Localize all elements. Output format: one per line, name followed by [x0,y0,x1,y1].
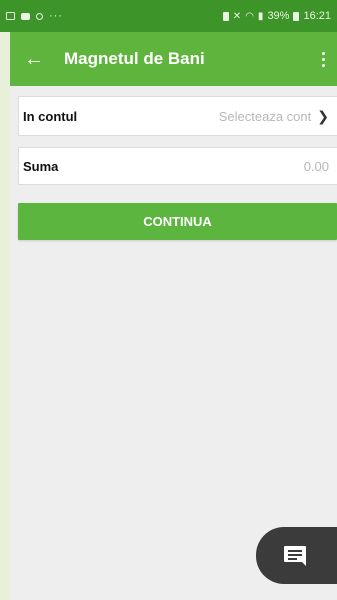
chevron-right-icon: ❯ [317,107,329,124]
wifi-icon: ◠ [245,10,254,22]
more-vert-icon[interactable] [309,32,337,86]
signal-icon: ▮ [257,10,264,22]
clock: 16:21 [303,10,331,22]
app-bar: ← Magnetul de Bani [10,32,337,86]
account-placeholder: Selecteaza cont [218,108,312,124]
alarm-icon [222,11,229,21]
amount-value[interactable]: 0.00 [304,159,329,174]
chat-button[interactable] [256,527,337,584]
amount-label: Suma [23,158,59,174]
chat-icon [283,545,306,567]
amount-field[interactable]: Suma 0.00 [18,147,337,185]
app-screen: ··· ✕ ◠ ▮ 39% 16:21 ← Magnetul de Bani I… [0,0,337,600]
more-notifications-text: ··· [49,10,63,22]
battery-percent: 39% [267,10,290,22]
circle-icon [36,12,43,20]
chat-bubble-icon [21,12,30,20]
main-content: In contul Selecteaza cont ❯ Suma 0.00 CO… [10,86,337,600]
status-system: ✕ ◠ ▮ 39% 16:21 [222,10,331,22]
image-icon [6,12,15,20]
status-bar: ··· ✕ ◠ ▮ 39% 16:21 [0,0,337,32]
continue-button[interactable]: CONTINUA [18,203,337,240]
account-select[interactable]: In contul Selecteaza cont ❯ [18,96,337,136]
account-label: In contul [23,108,78,124]
status-notifications: ··· [6,10,223,22]
page-title: Magnetul de Bani [64,49,205,68]
mute-icon: ✕ [232,10,242,22]
battery-icon [293,11,300,21]
back-arrow-icon[interactable]: ← [10,32,58,86]
